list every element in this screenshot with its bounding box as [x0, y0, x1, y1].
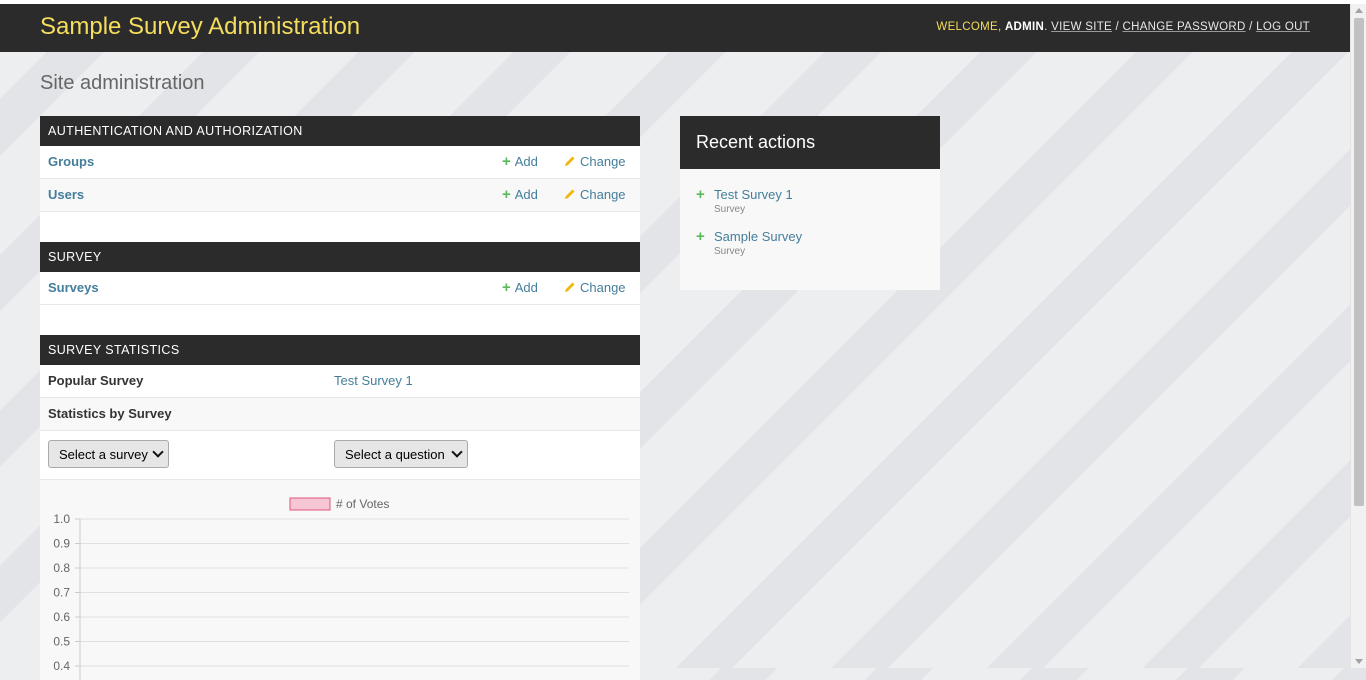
change-label: Change — [580, 187, 626, 202]
pencil-icon — [565, 156, 575, 166]
y-tick-label: 0.4 — [53, 659, 70, 673]
y-tick-label: 0.9 — [53, 537, 70, 551]
scroll-up-arrow-icon[interactable] — [1355, 8, 1363, 13]
statistics-by-survey-label: Statistics by Survey — [48, 406, 172, 421]
recent-action-link[interactable]: Test Survey 1 — [714, 187, 793, 202]
model-link-users[interactable]: Users — [48, 187, 84, 202]
popular-survey-label: Popular Survey — [48, 373, 144, 388]
votes-chart: # of Votes 1.0 0.9 0.8 0.7 0.6 0.5 0.4 — [40, 480, 640, 680]
recent-actions-title: Recent actions — [680, 116, 940, 169]
plus-icon: + — [502, 153, 511, 170]
scrollbar[interactable] — [1350, 4, 1366, 668]
user-tools: Welcome, admin. View site / Change passw… — [936, 21, 1310, 33]
log-out-link[interactable]: Log out — [1256, 21, 1310, 33]
module-caption-survey[interactable]: Survey — [40, 242, 640, 272]
survey-select-value: Select a survey — [59, 447, 148, 462]
change-users-button[interactable]: Change — [564, 187, 626, 202]
add-label: Add — [514, 154, 538, 169]
popular-survey-link[interactable]: Test Survey 1 — [334, 373, 413, 388]
plus-icon: + — [696, 228, 705, 245]
module-caption-stats: Survey Statistics — [40, 335, 640, 365]
plus-icon: + — [696, 186, 705, 203]
pencil-icon — [565, 282, 575, 292]
view-site-link[interactable]: View site — [1051, 21, 1112, 33]
module-spacer — [40, 305, 640, 335]
votes-chart-svg: # of Votes 1.0 0.9 0.8 0.7 0.6 0.5 0.4 — [53, 497, 629, 680]
change-label: Change — [580, 280, 626, 295]
statistics-by-survey-row: Statistics by Survey — [40, 398, 640, 431]
legend-swatch — [289, 497, 331, 511]
recent-action-type: Survey — [714, 246, 746, 257]
change-surveys-button[interactable]: Change — [564, 280, 626, 295]
scrollbar-thumb[interactable] — [1354, 18, 1364, 506]
module-auth: Authentication and Authorization Groups … — [40, 116, 640, 242]
y-tick-label: 0.7 — [53, 586, 70, 600]
add-label: Add — [514, 187, 538, 202]
add-users-button[interactable]: + Add — [502, 187, 538, 202]
recent-action-type: Survey — [714, 204, 746, 215]
plus-icon: + — [502, 279, 511, 296]
recent-actions-panel: Recent actions + Test Survey 1 Survey + … — [680, 116, 940, 290]
site-title[interactable]: Sample Survey Administration — [40, 13, 360, 41]
add-label: Add — [514, 280, 538, 295]
page-title: Site administration — [40, 72, 205, 94]
model-row-users: Users + Add Change — [40, 179, 640, 212]
module-caption-auth[interactable]: Authentication and Authorization — [40, 116, 640, 146]
popular-survey-row: Popular Survey Test Survey 1 — [40, 365, 640, 398]
model-link-surveys[interactable]: Surveys — [48, 280, 99, 295]
module-stats: Survey Statistics Popular Survey Test Su… — [40, 335, 640, 680]
chevron-down-icon — [451, 446, 463, 458]
change-password-link[interactable]: Change password — [1123, 21, 1246, 33]
pencil-icon — [565, 189, 575, 199]
add-groups-button[interactable]: + Add — [502, 154, 538, 169]
selects-row: Select a survey Select a question — [40, 431, 640, 480]
module-spacer — [40, 212, 640, 242]
module-survey: Survey Surveys + Add Change — [40, 242, 640, 335]
change-groups-button[interactable]: Change — [564, 154, 626, 169]
y-tick-label: 0.5 — [53, 635, 70, 649]
model-row-groups: Groups + Add Change — [40, 146, 640, 179]
add-surveys-button[interactable]: + Add — [502, 280, 538, 295]
question-select-value: Select a question — [345, 447, 445, 462]
model-row-surveys: Surveys + Add Change — [40, 272, 640, 305]
y-tick-label: 1.0 — [53, 512, 70, 526]
y-tick-label: 0.8 — [53, 561, 70, 575]
chevron-down-icon — [152, 446, 164, 458]
scroll-down-arrow-icon[interactable] — [1355, 659, 1363, 664]
username: admin — [1004, 21, 1045, 33]
recent-action-link[interactable]: Sample Survey — [714, 229, 802, 244]
survey-select[interactable]: Select a survey — [48, 440, 169, 468]
header: Sample Survey Administration Welcome, ad… — [0, 4, 1350, 52]
model-link-groups[interactable]: Groups — [48, 154, 94, 169]
question-select[interactable]: Select a question — [334, 440, 468, 468]
y-tick-label: 0.6 — [53, 610, 70, 624]
plus-icon: + — [502, 186, 511, 203]
welcome-text: Welcome, — [936, 21, 1002, 33]
change-label: Change — [580, 154, 626, 169]
legend-label: # of Votes — [336, 497, 389, 511]
